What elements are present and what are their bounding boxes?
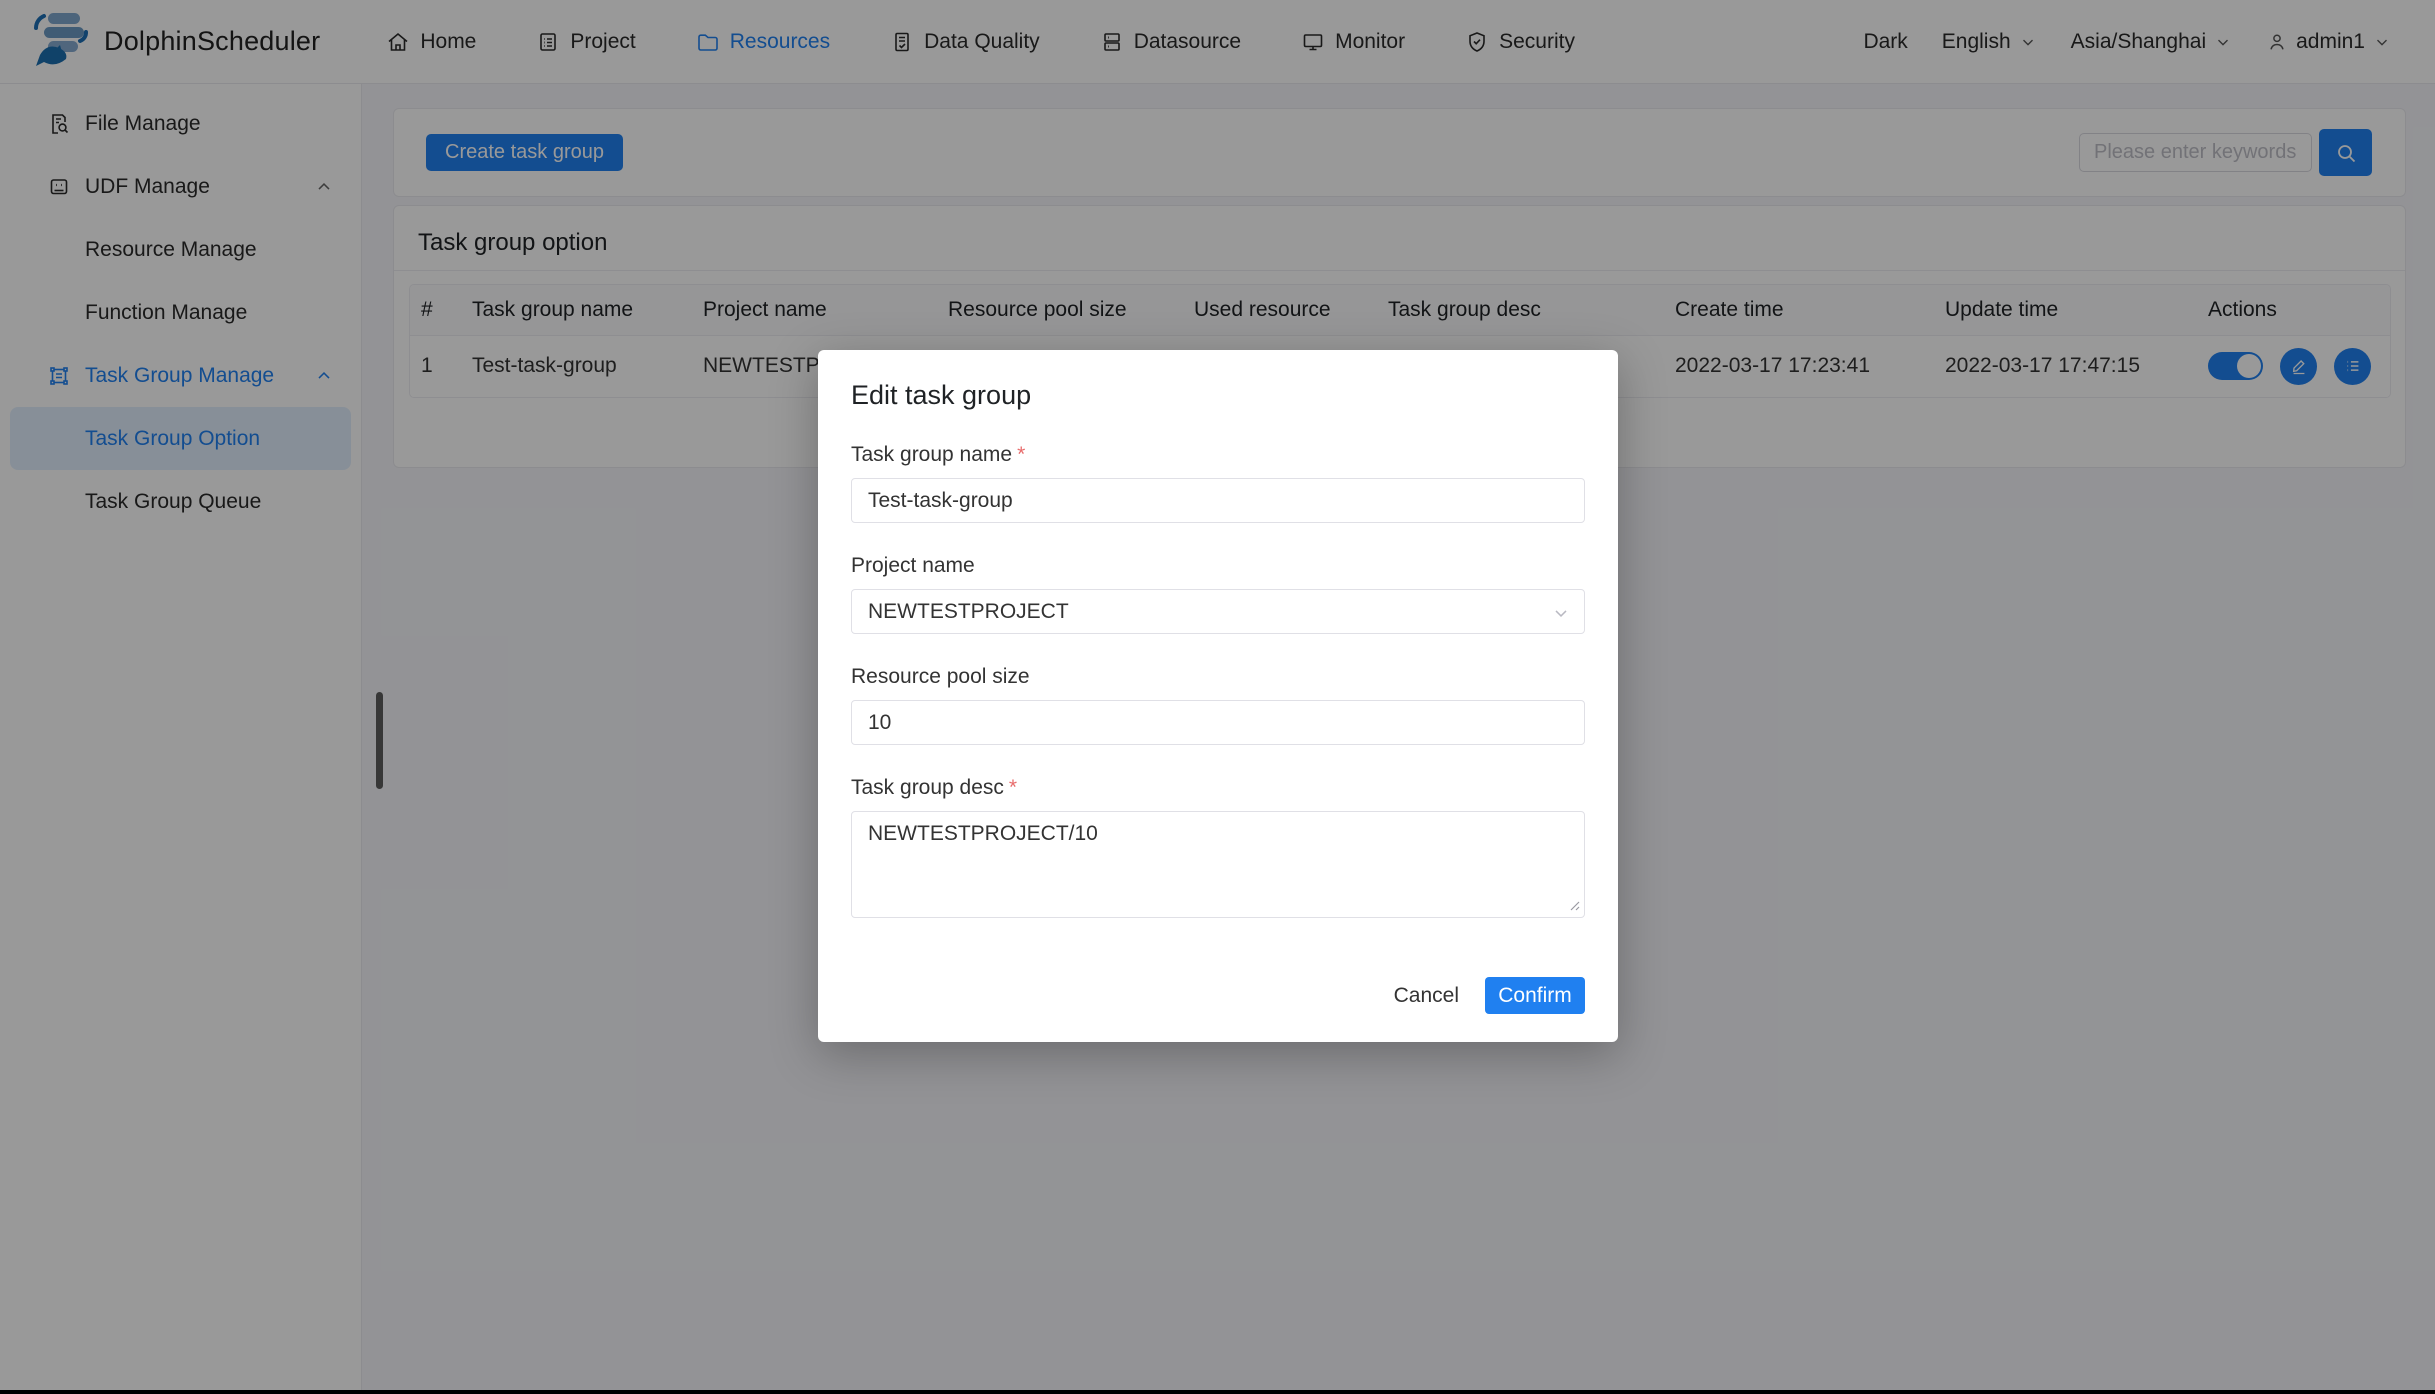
project-name-label: Project name [851,555,1585,577]
field-resource-pool-size: Resource pool size [851,666,1585,745]
task-group-desc-label: Task group desc [851,776,1004,799]
modal-title: Edit task group [851,378,1585,412]
window-bottom-edge [0,1390,2435,1394]
project-name-select[interactable]: NEWTESTPROJECT [851,589,1585,634]
field-task-group-name: Task group name* [851,444,1585,523]
required-mark: * [1017,443,1025,466]
field-project-name: Project name NEWTESTPROJECT [851,555,1585,634]
modal-footer: Cancel Confirm [851,977,1585,1014]
chevron-down-icon [1551,603,1571,623]
field-task-group-desc: Task group desc* NEWTESTPROJECT/10 [851,777,1585,918]
resize-grip-icon[interactable] [1565,896,1581,912]
cancel-button[interactable]: Cancel [1390,978,1463,1014]
resource-pool-size-input[interactable] [851,700,1585,745]
task-group-name-label: Task group name [851,443,1012,466]
confirm-button[interactable]: Confirm [1485,977,1585,1014]
resource-pool-size-label: Resource pool size [851,666,1585,688]
project-name-value: NEWTESTPROJECT [868,600,1069,624]
task-group-name-input[interactable] [851,478,1585,523]
edit-task-group-modal: Edit task group Task group name* Project… [818,350,1618,1042]
required-mark: * [1009,776,1017,799]
app-root: DolphinScheduler Home Project Resources … [0,0,2435,1390]
task-group-desc-textarea[interactable]: NEWTESTPROJECT/10 [851,811,1585,918]
